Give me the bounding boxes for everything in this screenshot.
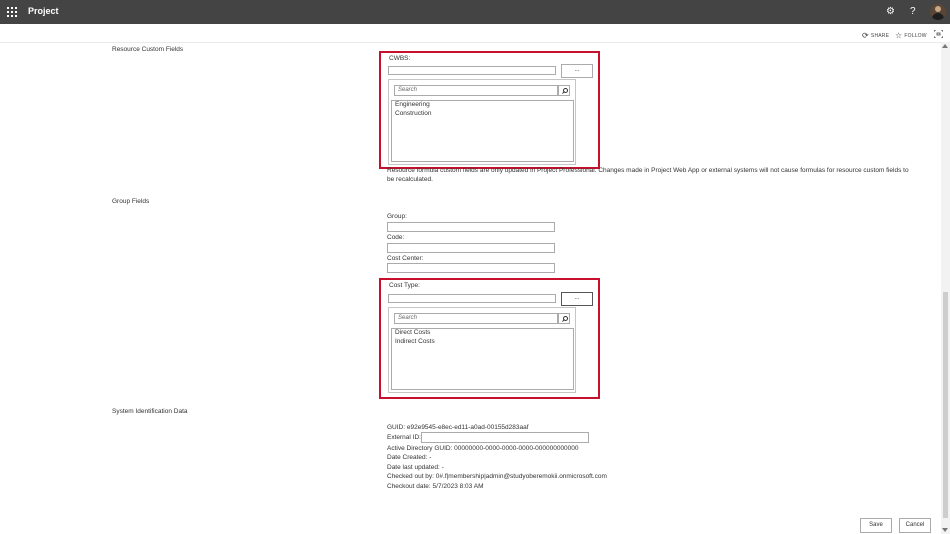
cancel-button[interactable]: Cancel — [899, 518, 931, 533]
resource-custom-fields-heading: Resource Custom Fields — [112, 46, 184, 53]
cost-center-label: Cost Center: — [387, 255, 424, 262]
settings-gear-icon[interactable]: ⚙ — [886, 5, 895, 19]
formula-note: Resource formula custom fields are only … — [387, 167, 909, 183]
code-label: Code: — [387, 234, 405, 241]
active-directory-guid-text: Active Directory GUID: 00000000-0000-000… — [387, 445, 579, 452]
suite-bar: Project ⚙ ? — [0, 0, 950, 24]
app-title[interactable]: Project — [28, 6, 59, 16]
group-fields-heading: Group Fields — [112, 198, 150, 205]
star-icon: ☆ — [895, 31, 903, 40]
system-identification-heading: System Identification Data — [112, 408, 188, 415]
scroll-up-arrow-icon[interactable] — [942, 44, 948, 48]
app-launcher-icon[interactable] — [7, 7, 17, 17]
date-last-updated-text: Date last updated: - — [387, 464, 444, 471]
vertical-scrollbar[interactable] — [941, 42, 950, 534]
share-button[interactable]: ⟳ SHARE — [862, 31, 889, 40]
share-icon: ⟳ — [862, 31, 869, 40]
group-label: Group: — [387, 213, 407, 220]
cwbs-highlight-box — [379, 51, 600, 169]
help-icon[interactable]: ? — [910, 5, 916, 19]
group-input[interactable] — [387, 222, 555, 232]
action-bar: ⟳ SHARE ☆ FOLLOW — [0, 24, 950, 43]
focus-mode-icon[interactable] — [934, 30, 943, 38]
follow-button[interactable]: ☆ FOLLOW — [895, 31, 927, 40]
cost-center-input[interactable] — [387, 263, 555, 273]
external-id-label: External ID: — [387, 434, 421, 441]
guid-text: GUID: e92e9545-e8ec-ed11-a0ad-00155d283a… — [387, 424, 529, 431]
scroll-down-arrow-icon[interactable] — [942, 528, 948, 532]
share-label: SHARE — [870, 32, 890, 39]
external-id-input[interactable] — [421, 432, 589, 443]
checked-out-by-text: Checked out by: 0#.f|membership|admin@st… — [387, 473, 607, 480]
checkout-date-text: Checkout date: 5/7/2023 8:03 AM — [387, 483, 484, 490]
user-avatar[interactable] — [930, 4, 946, 20]
code-input[interactable] — [387, 243, 555, 253]
scrollbar-thumb[interactable] — [943, 292, 948, 518]
save-button[interactable]: Save — [860, 518, 892, 533]
cost-type-highlight-box — [379, 278, 600, 399]
date-created-text: Date Created: - — [387, 454, 432, 461]
follow-label: FOLLOW — [904, 32, 927, 39]
